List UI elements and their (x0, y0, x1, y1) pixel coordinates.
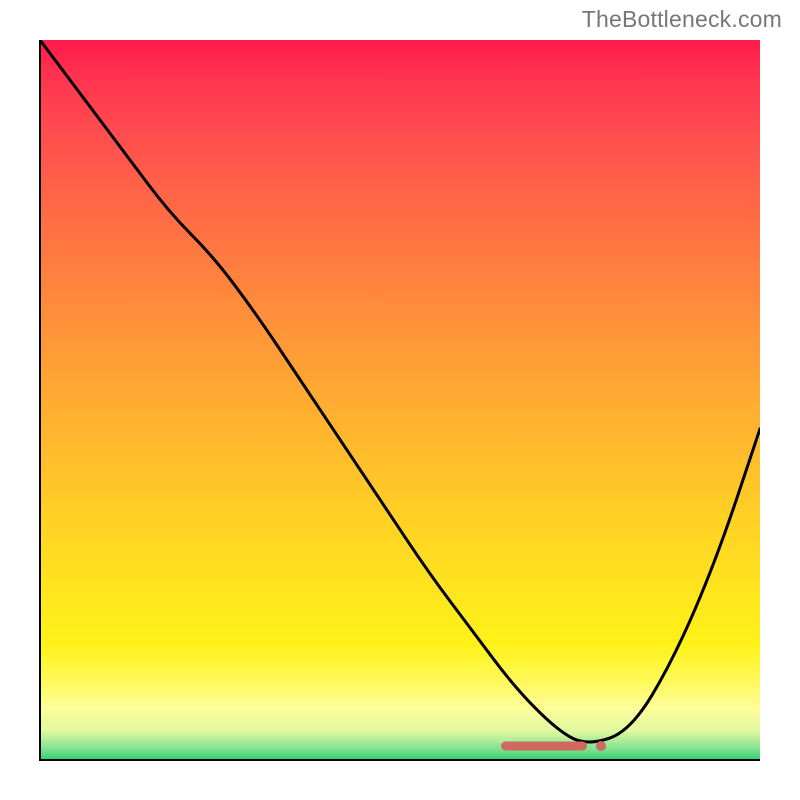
optimal-range-bar (501, 741, 587, 750)
plot-area (40, 40, 760, 760)
watermark-text: TheBottleneck.com (582, 6, 782, 33)
bottleneck-curve (40, 40, 760, 742)
optimal-end-dot (596, 741, 606, 751)
curve-svg (40, 40, 760, 760)
